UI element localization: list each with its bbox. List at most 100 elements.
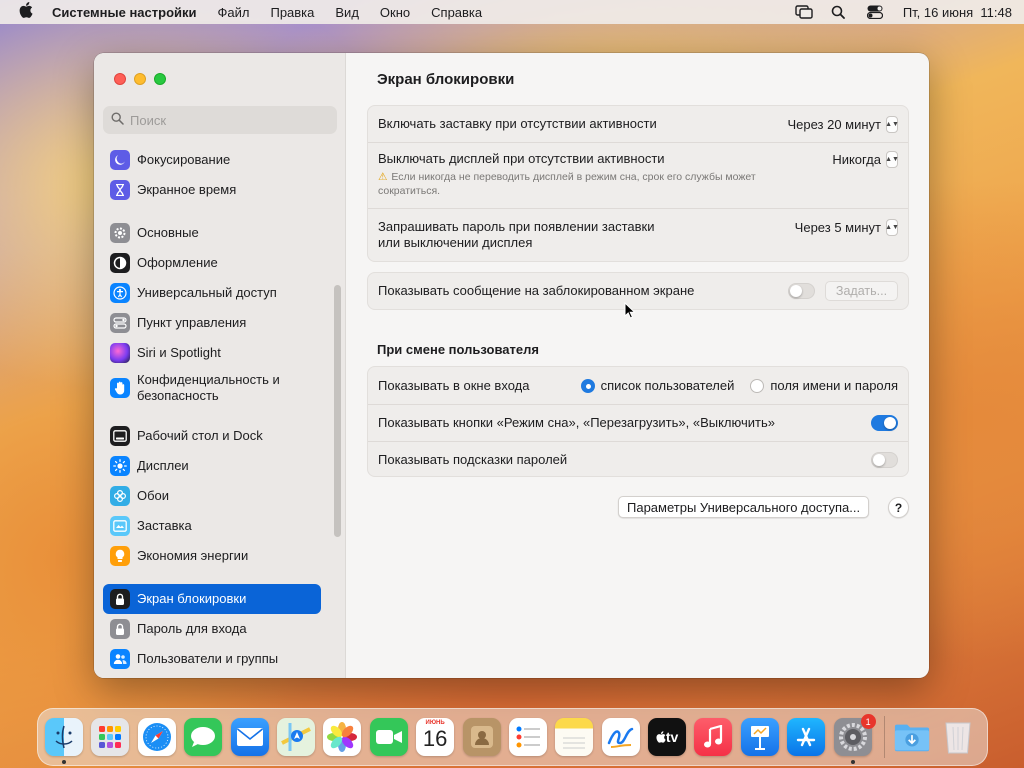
finder-face-icon <box>55 725 73 749</box>
dock: ИЮНЬ 16 tv 1 <box>37 708 988 766</box>
dock-reminders[interactable] <box>508 718 547 756</box>
login-window-label: Показывать в окне входа <box>378 377 530 393</box>
radio-user-list[interactable]: список пользователей <box>580 378 734 393</box>
sidebar-item-energy[interactable]: Экономия энергии <box>103 541 321 571</box>
dock-freeform[interactable] <box>601 718 640 756</box>
display-off-popup[interactable]: Никогда ▲▼ <box>832 151 899 168</box>
require-password-row: Запрашивать пароль при появлении заставк… <box>368 208 908 261</box>
dock-keynote[interactable] <box>740 718 779 756</box>
sidebar-item-desktop-dock[interactable]: Рабочий стол и Dock <box>103 421 321 451</box>
page-title: Экран блокировки <box>377 71 515 88</box>
dock-mail[interactable] <box>230 718 269 756</box>
spotlight-search-icon[interactable] <box>831 5 849 19</box>
window-controls <box>114 73 166 85</box>
calendar-day: 16 <box>422 726 448 751</box>
sidebar-item-siri[interactable]: Siri и Spotlight <box>103 338 321 368</box>
desktop-dock-icon <box>110 426 130 446</box>
dock-notes[interactable] <box>555 718 594 756</box>
radio-name-password[interactable]: поля имени и пароля <box>750 378 898 393</box>
sidebar-item-users-groups[interactable]: Пользователи и группы <box>103 644 321 674</box>
password-hints-label: Показывать подсказки паролей <box>378 451 568 467</box>
screensaver-icon <box>110 516 130 536</box>
sidebar-item-accessibility[interactable]: Универсальный доступ <box>103 278 321 308</box>
bulb-icon <box>110 546 130 566</box>
require-password-label-line2: или выключении дисплея <box>378 235 533 250</box>
launchpad-grid-icon <box>99 726 122 748</box>
dock-facetime[interactable] <box>369 718 408 756</box>
set-message-button[interactable]: Задать... <box>825 281 898 301</box>
apple-logo-icon[interactable] <box>12 2 40 22</box>
sidebar-item-screen-time[interactable]: Экранное время <box>103 175 321 205</box>
zoom-button[interactable] <box>154 73 166 85</box>
chevron-updown-icon: ▲▼ <box>885 115 899 133</box>
sidebar-item-login-password[interactable]: Пароль для входа <box>103 614 321 644</box>
appearance-icon <box>110 253 130 273</box>
moon-icon <box>110 150 130 170</box>
safari-compass-icon <box>142 723 171 751</box>
dock-calendar[interactable]: ИЮНЬ 16 <box>416 718 455 756</box>
menu-window[interactable]: Окно <box>380 5 410 20</box>
dock-finder[interactable] <box>45 718 83 764</box>
dock-messages[interactable] <box>184 718 223 756</box>
app-store-a-icon <box>797 727 816 747</box>
menu-help[interactable]: Справка <box>431 5 482 20</box>
menu-view[interactable]: Вид <box>335 5 359 20</box>
sidebar-item-displays[interactable]: Дисплеи <box>103 451 321 481</box>
close-button[interactable] <box>114 73 126 85</box>
sidebar-item-control-center[interactable]: Пункт управления <box>103 308 321 338</box>
require-password-popup[interactable]: Через 5 минут ▲▼ <box>795 219 899 236</box>
help-button[interactable]: ? <box>888 497 909 518</box>
search-icon <box>111 112 124 128</box>
screen-mirroring-icon[interactable] <box>795 5 813 19</box>
accessibility-options-button[interactable]: Параметры Универсального доступа... <box>618 496 870 518</box>
lock-message-toggle[interactable] <box>788 283 815 299</box>
power-buttons-toggle[interactable] <box>871 415 898 431</box>
sidebar-item-privacy[interactable]: Конфиденциальность и безопасность <box>103 368 321 408</box>
sidebar-item-general[interactable]: Основные <box>103 218 321 248</box>
dock-maps[interactable] <box>276 718 315 756</box>
dock-contacts[interactable] <box>462 718 501 756</box>
search-field[interactable] <box>103 106 337 134</box>
search-input[interactable] <box>130 112 320 128</box>
lock-message-group: Показывать сообщение на заблокированном … <box>367 272 909 310</box>
dock-apple-tv[interactable]: tv <box>648 718 687 756</box>
display-off-note: Если никогда не переводить дисплей в реж… <box>378 171 756 197</box>
users-icon <box>110 649 130 669</box>
minimize-button[interactable] <box>134 73 146 85</box>
menu-app-name[interactable]: Системные настройки <box>52 5 197 20</box>
menu-bar: Системные настройки Файл Правка Вид Окно… <box>0 0 1024 24</box>
password-hints-toggle[interactable] <box>871 451 898 468</box>
dock-trash[interactable] <box>939 718 977 756</box>
timeouts-group: Включать заставку при отсутствии активно… <box>367 105 909 262</box>
trash-can-icon <box>945 722 971 754</box>
mail-envelope-icon <box>236 728 263 746</box>
control-center-sidebar-icon <box>110 313 130 333</box>
sidebar-item-screensaver[interactable]: Заставка <box>103 511 321 541</box>
menu-edit[interactable]: Правка <box>270 5 314 20</box>
dock-system-settings[interactable]: 1 <box>833 714 876 764</box>
login-window-radio-group: список пользователей поля имени и пароля <box>580 378 898 393</box>
facetime-camera-icon <box>375 730 402 744</box>
wallpaper-icon <box>110 486 130 506</box>
sidebar-scrollbar[interactable] <box>334 285 341 537</box>
sidebar-item-wallpaper[interactable]: Обои <box>103 481 321 511</box>
freeform-scribble-icon <box>607 727 633 748</box>
dock-photos[interactable] <box>323 718 362 756</box>
dock-safari[interactable] <box>137 718 176 756</box>
menu-file[interactable]: Файл <box>218 5 250 20</box>
screensaver-popup[interactable]: Через 20 минут ▲▼ <box>787 115 899 133</box>
maps-icon <box>281 723 311 751</box>
dock-downloads-folder[interactable] <box>893 718 931 756</box>
accessibility-icon <box>110 283 130 303</box>
sidebar-item-lock-screen[interactable]: Экран блокировки <box>103 584 321 614</box>
sidebar-item-appearance[interactable]: Оформление <box>103 248 321 278</box>
notes-lines-icon <box>563 737 586 749</box>
dock-music[interactable] <box>694 718 733 756</box>
dock-app-store[interactable] <box>787 718 826 756</box>
control-center-icon[interactable] <box>866 5 885 20</box>
dock-launchpad[interactable] <box>91 718 130 756</box>
sidebar-item-focus[interactable]: Фокусирование <box>103 145 321 175</box>
contacts-person-icon <box>470 726 493 748</box>
menubar-clock[interactable]: Пт, 16 июня 11:48 <box>903 5 1012 20</box>
power-buttons-row: Показывать кнопки «Режим сна», «Перезагр… <box>368 404 908 441</box>
